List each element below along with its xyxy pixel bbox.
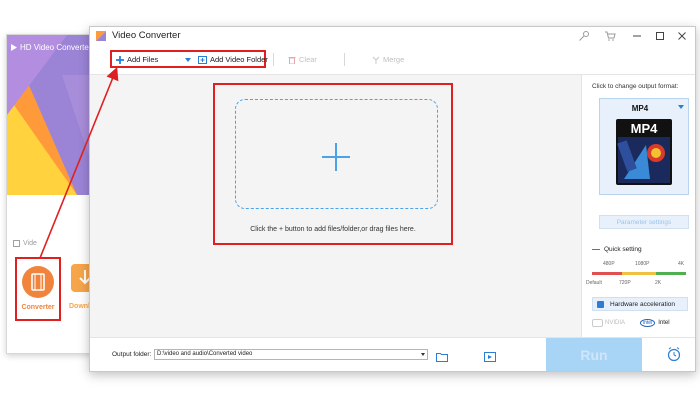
nvidia-option[interactable]: NVIDIA [592, 319, 625, 327]
output-folder-path: D:\video and audio\Converted video [157, 351, 253, 357]
scale-label-720p: 720P [619, 280, 631, 286]
alarm-clock-icon[interactable] [666, 346, 682, 367]
drop-hint-text: Click the + button to add files/folder,o… [250, 226, 416, 233]
launcher-logo-icon [11, 44, 17, 51]
plus-icon [116, 55, 124, 64]
output-folder-label: Output folder: [112, 351, 152, 358]
add-files-label: Add Files [127, 55, 159, 64]
mp4-thumb-text: MP4 [631, 121, 659, 136]
hardware-acceleration-label: Hardware acceleration [610, 301, 676, 308]
titlebar: Video Converter [90, 27, 695, 45]
format-dropdown-icon[interactable] [678, 105, 684, 109]
add-video-folder-label: Add Video Folder [210, 55, 268, 64]
scale-label-4k: 4K [678, 261, 685, 267]
trash-icon [288, 56, 296, 64]
output-format-name: MP4 [631, 104, 649, 113]
window-title: Video Converter [112, 30, 181, 41]
hardware-acceleration-toggle[interactable]: Hardware acceleration [592, 297, 688, 311]
intel-logo-icon: intel [640, 319, 656, 327]
add-files-dropzone[interactable] [235, 99, 438, 209]
open-output-icon[interactable] [484, 349, 496, 367]
bottom-bar: Output folder: D:\video and audio\Conver… [90, 337, 695, 371]
converter-tile[interactable]: Converter [15, 257, 61, 321]
folder-add-icon [198, 56, 207, 64]
parameter-settings-button[interactable]: Parameter settings [599, 215, 689, 229]
mp4-format-icon: MP4 [616, 119, 672, 185]
scale-label-480p: 480P [603, 261, 615, 267]
scale-label-default: Default [586, 280, 602, 286]
cart-icon[interactable] [604, 30, 616, 42]
quick-setting-label: Quick setting [604, 246, 642, 253]
merge-label: Merge [383, 55, 405, 64]
add-files-button[interactable]: Add Files [116, 55, 158, 64]
quick-setting: Quick setting [592, 246, 642, 253]
maximize-icon[interactable] [654, 30, 666, 42]
video-converter-window: Video Converter Add Files Add Video Fold… [89, 26, 696, 372]
film-icon [22, 266, 54, 298]
intel-label: Intel [658, 320, 670, 326]
toolbar-separator [273, 53, 274, 66]
clear-button[interactable]: Clear [288, 55, 317, 64]
clear-label: Clear [299, 55, 317, 64]
merge-icon [372, 56, 380, 64]
nvidia-label: NVIDIA [605, 320, 626, 326]
scale-label-2k: 2K [655, 280, 662, 286]
intel-option[interactable]: intel Intel [640, 319, 670, 327]
quality-slider[interactable] [592, 272, 686, 275]
key-icon[interactable] [578, 30, 590, 42]
app-icon [96, 31, 106, 41]
run-button[interactable]: Run [546, 338, 642, 371]
video-section-icon [13, 240, 20, 247]
scale-label-1080p: 1080P [635, 261, 650, 267]
launcher-section-label: Vide [23, 240, 37, 247]
toolbar: Add Files Add Video Folder Clear Merge [90, 46, 695, 75]
add-video-folder-button[interactable]: Add Video Folder [198, 55, 268, 64]
launcher-title: HD Video Converter F [20, 43, 99, 52]
close-icon[interactable] [676, 30, 688, 42]
output-sidebar: Click to change output format: MP4 MP4 P… [581, 75, 695, 337]
output-folder-dropdown-icon[interactable] [421, 353, 425, 356]
output-folder-field[interactable]: D:\video and audio\Converted video [154, 349, 428, 360]
big-plus-icon-vertical[interactable] [335, 143, 337, 171]
folder-browse-icon[interactable] [436, 349, 448, 367]
chip-icon [597, 301, 604, 308]
merge-button[interactable]: Merge [372, 55, 404, 64]
converter-tile-label: Converter [21, 304, 55, 311]
change-format-label: Click to change output format: [592, 83, 679, 90]
output-format-selector[interactable]: MP4 MP4 [599, 98, 689, 195]
add-files-dropdown-icon[interactable] [185, 58, 191, 62]
quick-setting-icon [592, 248, 600, 251]
minimize-icon[interactable] [631, 30, 643, 42]
toolbar-separator [344, 53, 345, 66]
nvidia-logo-icon [592, 319, 603, 327]
